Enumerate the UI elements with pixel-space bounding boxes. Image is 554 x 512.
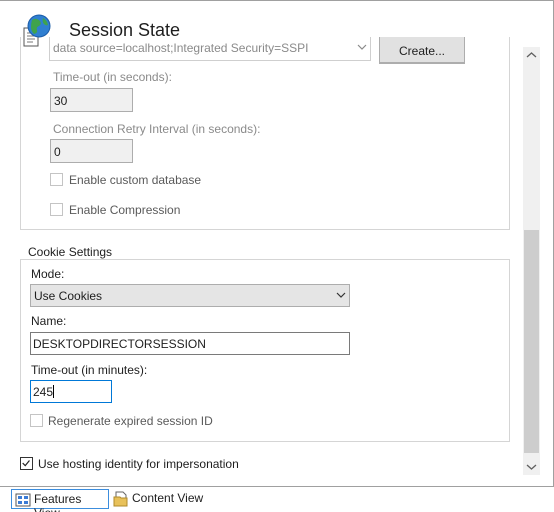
sql-timeout-label: Time-out (in seconds): xyxy=(53,70,172,84)
impersonation-checkbox[interactable] xyxy=(20,457,33,470)
features-view-tab[interactable]: Features View xyxy=(11,489,109,512)
compression-checkbox[interactable] xyxy=(50,203,63,216)
scroll-down-arrow-icon[interactable] xyxy=(523,458,540,475)
checkmark-icon xyxy=(22,460,30,467)
features-view-label: Features View xyxy=(34,492,82,512)
cookie-settings-title: Cookie Settings xyxy=(25,245,116,259)
regenerate-session-label: Regenerate expired session ID xyxy=(48,414,213,428)
retry-interval-field[interactable]: 0 xyxy=(50,139,133,163)
content-view-label: Content View xyxy=(132,491,204,505)
scrollbar-thumb[interactable] xyxy=(524,230,539,453)
cookie-name-input[interactable]: DESKTOPDIRECTORSESSION xyxy=(30,332,350,355)
compression-label: Enable Compression xyxy=(69,203,181,217)
impersonation-label: Use hosting identity for impersonation xyxy=(38,457,239,471)
chevron-down-icon[interactable] xyxy=(356,41,368,53)
regenerate-session-checkbox[interactable] xyxy=(30,414,43,427)
content-view-icon xyxy=(113,491,128,507)
connection-string-field[interactable]: data source=localhost;Integrated Securit… xyxy=(49,37,371,61)
mode-select[interactable]: Use Cookies xyxy=(30,284,350,307)
cookie-timeout-label: Time-out (in minutes): xyxy=(31,363,148,377)
chevron-down-icon[interactable] xyxy=(335,289,347,301)
scroll-up-arrow-icon[interactable] xyxy=(523,47,540,64)
view-switcher: Features View Content View xyxy=(0,487,554,512)
custom-database-checkbox[interactable] xyxy=(50,173,63,186)
vertical-scrollbar[interactable] xyxy=(523,47,540,475)
cookie-timeout-input[interactable]: 245 xyxy=(30,380,112,403)
cookie-name-label: Name: xyxy=(31,314,67,328)
content-view-tab[interactable]: Content View xyxy=(110,489,210,509)
text-caret xyxy=(53,385,55,398)
mode-label: Mode: xyxy=(31,267,65,281)
retry-interval-label: Connection Retry Interval (in seconds): xyxy=(53,122,261,136)
custom-database-label: Enable custom database xyxy=(69,173,202,187)
features-view-icon xyxy=(15,493,31,507)
sql-timeout-field[interactable]: 30 xyxy=(50,88,133,112)
cookie-timeout-value: 245 xyxy=(33,385,54,399)
create-button[interactable]: Create... xyxy=(379,37,465,64)
session-state-panel: Session State data source=localhost;Inte… xyxy=(0,0,554,487)
